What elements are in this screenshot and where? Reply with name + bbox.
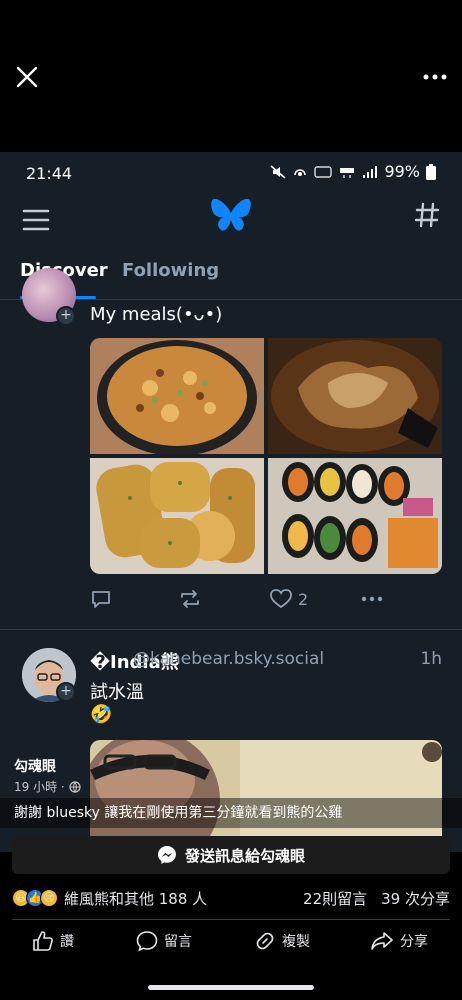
reply-button[interactable] — [90, 588, 112, 610]
close-icon[interactable] — [14, 64, 40, 90]
home-indicator — [148, 985, 314, 990]
4g-icon — [340, 167, 355, 178]
reactions-text[interactable]: 維風熊和其他 188 人 — [64, 888, 207, 909]
post-emoji: 🤣 — [90, 704, 113, 725]
meal-image-fried-rice[interactable] — [90, 338, 264, 454]
tab-following[interactable]: Following — [122, 260, 219, 281]
fb-copy-button[interactable]: 複製 — [254, 930, 310, 952]
viewer-top-bar — [0, 0, 462, 152]
fb-post-meta: 19 小時 · — [14, 778, 81, 795]
hotspot-icon — [294, 168, 307, 176]
share-icon — [371, 932, 393, 950]
fb-share-button[interactable]: 分享 — [370, 930, 428, 952]
fb-comment-button[interactable]: 留言 — [136, 930, 192, 952]
heart-icon — [270, 589, 292, 609]
sad-reaction-icon: 😢 — [40, 889, 58, 907]
post-more-button[interactable] — [360, 588, 384, 610]
more-icon[interactable] — [422, 66, 448, 88]
link-icon — [256, 932, 274, 950]
status-time: 21:44 — [26, 164, 73, 183]
fb-action-bar: 讚 留言 複製 分享 — [0, 926, 462, 960]
divider — [12, 919, 450, 920]
like-button[interactable]: 2 — [270, 588, 308, 610]
post-image-grid — [90, 338, 442, 574]
globe-icon — [69, 780, 81, 793]
fb-share-label: 分享 — [400, 934, 428, 950]
shares-count[interactable]: 39 次分享 — [381, 888, 450, 909]
post-actions: 2 — [90, 588, 442, 614]
fb-copy-label: 複製 — [282, 934, 310, 950]
follow-plus-icon[interactable]: + — [56, 306, 76, 326]
mute-icon — [270, 164, 286, 179]
fb-author-name[interactable]: 勾魂眼 — [14, 756, 81, 776]
bluesky-screenshot[interactable]: 21:44 99% Discover Following + My meals(… — [0, 152, 462, 852]
bluesky-header — [0, 192, 462, 252]
like-count: 2 — [298, 589, 309, 609]
send-message-button[interactable]: 發送訊息給勾魂眼 — [12, 836, 450, 874]
hashtag-icon[interactable] — [414, 202, 440, 228]
comments-count[interactable]: 22則留言 — [303, 888, 367, 909]
status-bar: 21:44 99% — [0, 152, 462, 192]
status-icons: 99% — [270, 162, 436, 181]
post-time: 1h — [420, 649, 442, 669]
more-dots-icon — [361, 596, 383, 602]
comment-icon — [136, 931, 158, 952]
signal-icon — [363, 165, 378, 178]
post-text: My meals(•ᴗ•) — [90, 304, 223, 325]
meal-image-fried-chicken[interactable] — [90, 458, 264, 574]
messenger-icon — [157, 846, 176, 864]
reply-icon — [92, 591, 110, 608]
fb-post-time: 19 小時 · — [14, 780, 65, 794]
send-message-label: 發送訊息給勾魂眼 — [184, 846, 305, 865]
follow-plus-icon[interactable]: + — [56, 682, 76, 702]
author-handle[interactable]: @kanebear.bsky.social — [133, 649, 324, 669]
battery-text: 99% — [384, 162, 420, 181]
post-text: 試水溫 — [90, 682, 144, 703]
repost-icon — [181, 590, 199, 608]
fb-like-button[interactable]: 讚 — [32, 930, 74, 952]
fb-like-label: 讚 — [60, 934, 74, 950]
fb-post-author[interactable]: 勾魂眼 19 小時 · — [14, 756, 81, 795]
volte-icon — [314, 165, 333, 178]
feed-post[interactable]: + My meals(•ᴗ•) 2 — [0, 268, 462, 630]
battery-icon — [426, 163, 436, 180]
thumbs-up-icon — [33, 931, 53, 951]
meal-image-braised-pork[interactable] — [268, 338, 442, 454]
menu-icon[interactable] — [22, 208, 50, 232]
meal-image-kimbap[interactable] — [268, 458, 442, 574]
fb-post-caption: 謝謝 bluesky 讓我在剛使用第三分鐘就看到熊的公雞 — [0, 798, 462, 828]
repost-button[interactable] — [178, 588, 202, 610]
butterfly-logo — [211, 198, 251, 231]
fb-comment-label: 留言 — [164, 934, 192, 950]
fb-stats-bar: 😆 👍 😢 維風熊和其他 188 人 22則留言 39 次分享 — [12, 884, 450, 912]
reaction-icons[interactable]: 😆 👍 😢 — [12, 889, 58, 907]
